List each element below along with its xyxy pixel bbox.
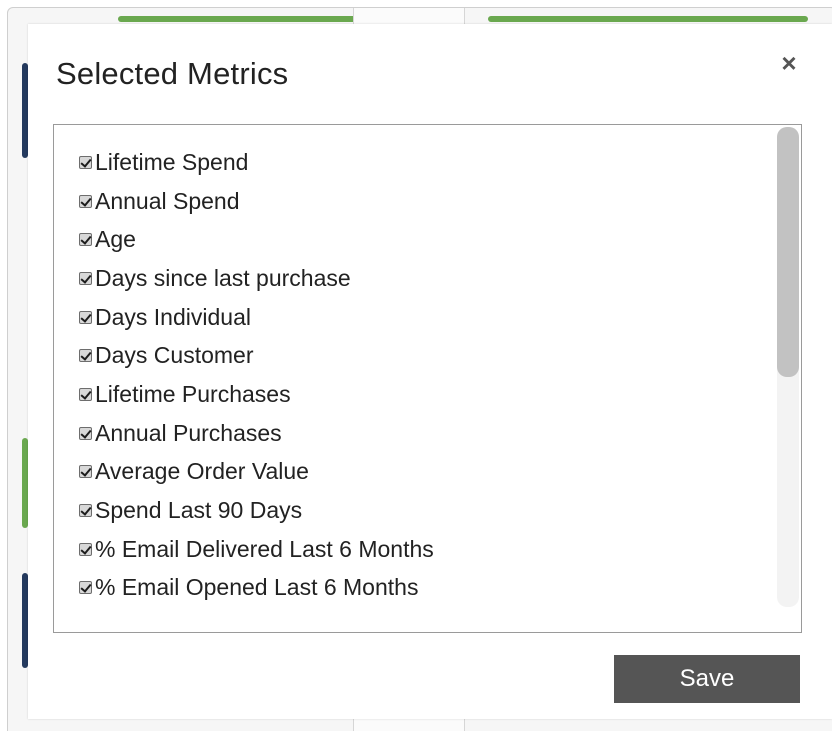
checkbox[interactable] (79, 349, 92, 363)
metric-label: Spend Last 90 Days (95, 497, 303, 524)
metric-label: Days since last purchase (95, 264, 351, 291)
metric-item[interactable]: Lifetime Purchases (79, 375, 434, 414)
checkbox[interactable] (79, 387, 92, 401)
metric-label: Annual Purchases (95, 419, 282, 446)
scrollbar-thumb[interactable] (777, 127, 799, 377)
metric-item[interactable]: % Email Delivered Last 6 Months (79, 530, 434, 569)
metric-label: Average Order Value (95, 458, 309, 485)
dialog-title: Selected Metrics (56, 56, 289, 91)
checkbox[interactable] (79, 542, 92, 556)
checkbox[interactable] (79, 465, 92, 479)
metric-label: % Email Opened Last 6 Months (95, 574, 419, 601)
checkbox[interactable] (79, 233, 92, 247)
metric-label: Days Individual (95, 303, 251, 330)
selected-metrics-dialog: Selected Metrics × Lifetime Spend Annual … (28, 24, 832, 719)
checkbox[interactable] (79, 155, 92, 169)
metric-label: Lifetime Purchases (95, 380, 291, 407)
metric-item[interactable]: Days since last purchase (79, 259, 434, 298)
close-icon[interactable]: × (774, 48, 804, 78)
checkbox[interactable] (79, 581, 92, 595)
scrollbar-track[interactable] (777, 127, 799, 607)
metrics-list-box[interactable]: Lifetime Spend Annual Spend Age Days since … (53, 124, 802, 633)
checkbox[interactable] (79, 426, 92, 440)
metric-item[interactable]: Average Order Value (79, 453, 434, 492)
metrics-list: Lifetime Spend Annual Spend Age Days since … (79, 143, 434, 607)
metric-item[interactable]: Lifetime Spend (79, 143, 434, 182)
metric-item[interactable]: Annual Purchases (79, 414, 434, 453)
metric-label: Age (95, 226, 136, 253)
metric-label: Annual Spend (95, 187, 240, 214)
save-button[interactable]: Save (614, 655, 800, 703)
metric-item[interactable]: Days Customer (79, 336, 434, 375)
background-green-bar (488, 16, 808, 22)
metric-item[interactable]: Annual Spend (79, 182, 434, 221)
metric-item[interactable]: Days Individual (79, 298, 434, 337)
metric-label: Days Customer (95, 342, 254, 369)
checkbox[interactable] (79, 310, 92, 324)
checkbox[interactable] (79, 194, 92, 208)
metric-label: Lifetime Spend (95, 148, 249, 175)
metric-item[interactable]: Age (79, 220, 434, 259)
checkbox[interactable] (79, 504, 92, 518)
background-green-bar (118, 16, 358, 22)
metric-item[interactable]: Spend Last 90 Days (79, 491, 434, 530)
metric-label: % Email Delivered Last 6 Months (95, 535, 434, 562)
metric-item[interactable]: % Email Opened Last 6 Months (79, 569, 434, 608)
checkbox[interactable] (79, 271, 92, 285)
